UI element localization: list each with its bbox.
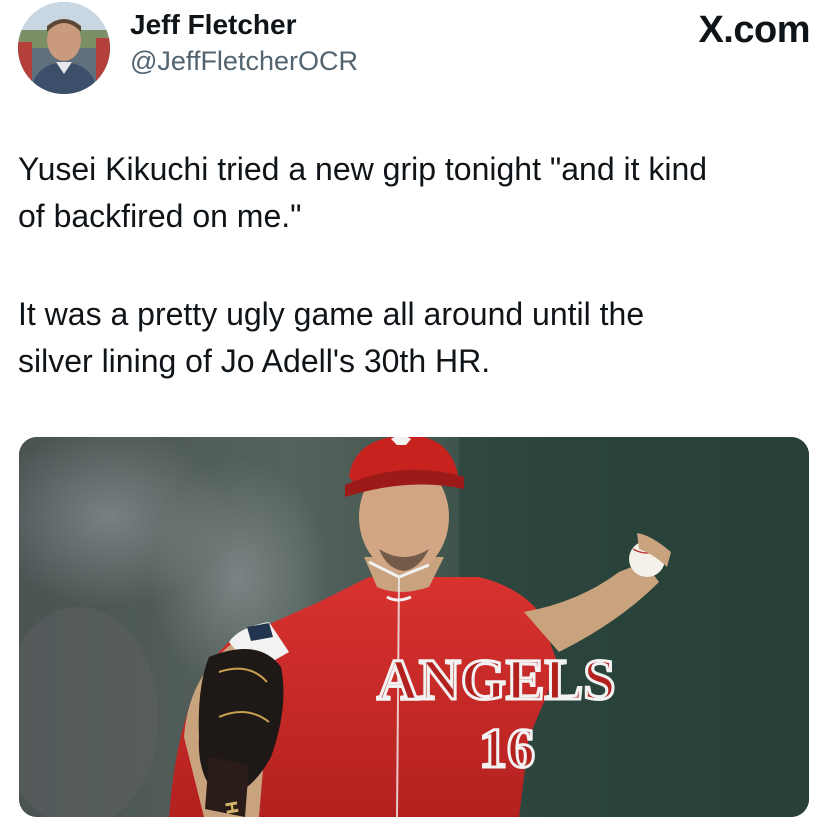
pitcher-photo: ANGELS 16 H&H bbox=[19, 437, 809, 817]
tweet-paragraph-2: It was a pretty ugly game all around unt… bbox=[18, 296, 645, 379]
jersey-number: 16 bbox=[479, 718, 535, 780]
tweet-header: Jeff Fletcher @JeffFletcherOCR X.com bbox=[18, 2, 810, 94]
tweet-paragraph-1: Yusei Kikuchi tried a new grip tonight "… bbox=[18, 151, 708, 234]
author-handle[interactable]: @JeffFletcherOCR bbox=[130, 44, 358, 78]
author-display-name[interactable]: Jeff Fletcher bbox=[130, 8, 358, 42]
tweet-body: Yusei Kikuchi tried a new grip tonight "… bbox=[18, 146, 810, 385]
author-name-block: Jeff Fletcher @JeffFletcherOCR bbox=[130, 8, 358, 78]
avatar-photo-icon bbox=[18, 2, 110, 94]
jersey-text: ANGELS bbox=[377, 647, 616, 712]
tweet-media-image[interactable]: ANGELS 16 H&H bbox=[19, 437, 809, 817]
x-brand-logo: X.com bbox=[698, 10, 810, 50]
author-avatar[interactable] bbox=[18, 2, 110, 94]
x-logo-text: X.com bbox=[698, 9, 810, 51]
